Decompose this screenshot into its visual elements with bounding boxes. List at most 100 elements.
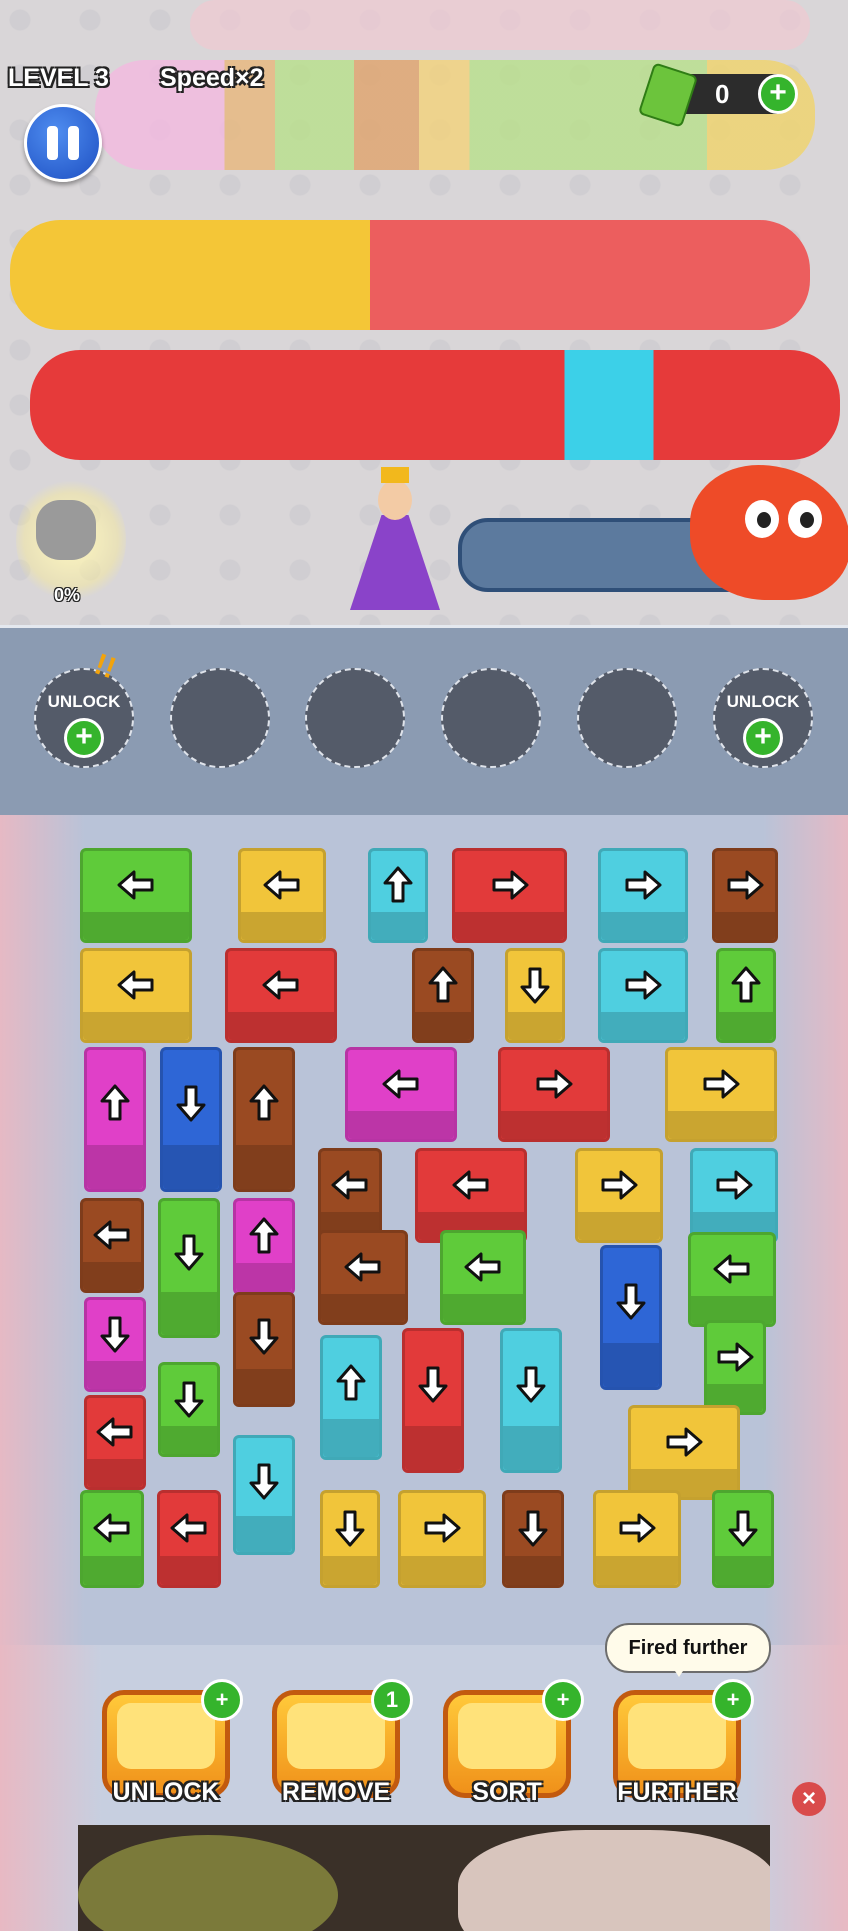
magenta-box-left[interactable] [345,1047,457,1142]
dragon-body-row2 [10,220,810,330]
arrow-up-icon [95,1084,135,1121]
blue-box-down[interactable] [160,1047,222,1192]
green-box-left[interactable] [80,1490,144,1588]
dragon-eye [788,500,822,538]
cyan-box-up[interactable] [320,1335,382,1460]
slot-unlock-label: UNLOCK [726,692,800,711]
unlock-plus-button[interactable]: + [64,718,104,758]
magenta-box-down[interactable] [84,1297,146,1392]
yellow-box-right[interactable] [398,1490,486,1588]
arrow-right-icon [617,1511,657,1545]
slot-empty-2 [170,668,270,768]
arrow-left-icon [92,1511,132,1545]
cyan-box-right[interactable] [598,848,688,943]
brown-box-left[interactable] [80,1198,144,1293]
tool-label: SORT [472,1778,542,1806]
arrow-down-icon [169,1381,209,1418]
unlock-tool-button[interactable]: + UNLOCK [102,1679,243,1806]
further-tool-button[interactable]: + FURTHER [613,1679,754,1806]
close-ad-button[interactable]: × [792,1782,826,1816]
crown-icon [381,467,409,483]
dragon-body-row3 [30,350,840,460]
yellow-box-left[interactable] [80,948,192,1043]
brown-box-up[interactable] [412,948,474,1043]
green-box-right[interactable] [704,1320,766,1415]
arrow-right-icon [623,868,663,902]
arrow-right-icon [714,1168,754,1202]
slot-unlock-label: UNLOCK [47,692,121,711]
rainbow-jar-icon [117,1703,215,1769]
brown-box-down[interactable] [233,1292,295,1407]
arrow-left-icon [381,1067,421,1101]
arrow-left-icon [116,968,156,1002]
yellow-box-right[interactable] [575,1148,663,1243]
magenta-box-up[interactable] [84,1047,146,1192]
yellow-box-right[interactable] [628,1405,740,1500]
brown-box-left[interactable] [318,1230,408,1325]
yellow-box-right[interactable] [593,1490,681,1588]
pause-icon [47,126,58,160]
red-box-right[interactable] [498,1047,610,1142]
arrow-left-icon [451,1168,491,1202]
red-box-left[interactable] [225,948,337,1043]
red-box-down[interactable] [402,1328,464,1473]
blue-box-down[interactable] [600,1245,662,1390]
arrow-down-icon [513,1510,553,1547]
yellow-box-down[interactable] [505,948,565,1043]
red-box-left[interactable] [415,1148,527,1243]
cyan-box-down[interactable] [500,1328,562,1473]
arrow-down-icon [244,1463,284,1500]
red-box-right[interactable] [452,848,567,943]
yellow-box-right[interactable] [665,1047,777,1142]
pet-companion[interactable]: 0% [16,475,126,605]
cyan-box-down[interactable] [233,1435,295,1555]
green-box-left[interactable] [80,848,192,943]
green-box-left[interactable] [688,1232,776,1327]
arrow-left-icon [463,1250,503,1284]
tool-label: FURTHER [617,1778,737,1806]
ad-banner[interactable] [78,1825,770,1931]
green-box-down[interactable] [158,1198,220,1338]
slot-locked-6[interactable]: UNLOCK + [713,668,813,768]
unlock-plus-button[interactable]: + [743,718,783,758]
arrow-up-icon [331,1364,371,1401]
yellow-box-left[interactable] [238,848,326,943]
green-box-down[interactable] [158,1362,220,1457]
arrow-down-icon [169,1234,209,1271]
princess-character [345,465,445,610]
tool-badge: + [542,1679,584,1721]
yellow-box-down[interactable] [320,1490,380,1588]
brown-box-down[interactable] [502,1490,564,1588]
brown-box-right[interactable] [712,848,778,943]
add-currency-button[interactable]: + [758,74,798,114]
cyan-box-up[interactable] [368,848,428,943]
slot-empty-3 [305,668,405,768]
arrow-left-icon [261,968,301,1002]
sort-tool-button[interactable]: + SORT [443,1679,584,1806]
arrow-down-icon [515,967,555,1004]
green-box-left[interactable] [440,1230,526,1325]
cyan-box-right[interactable] [690,1148,778,1243]
slot-empty-5 [577,668,677,768]
currency-counter: 0 + [637,62,798,128]
slot-locked-1[interactable]: UNLOCK + [34,668,134,768]
arrow-down-icon [330,1510,370,1547]
green-box-down[interactable] [712,1490,774,1588]
arrow-right-icon [725,868,765,902]
magenta-box-up[interactable] [233,1198,295,1295]
red-box-left[interactable] [84,1395,146,1490]
dragon-eye [745,500,779,538]
arrow-down-icon [511,1366,551,1403]
arrow-left-icon [116,868,156,902]
cyan-box-right[interactable] [598,948,688,1043]
green-box-up[interactable] [716,948,776,1043]
pet-progress: 0% [54,585,81,605]
remove-tool-button[interactable]: 1 REMOVE [272,1679,413,1806]
brown-box-up[interactable] [233,1047,295,1192]
red-box-left[interactable] [157,1490,221,1588]
arrow-left-icon [330,1168,370,1202]
pause-button[interactable] [24,104,102,182]
brown-box-left[interactable] [318,1148,382,1243]
arrow-left-icon [92,1218,132,1252]
arrow-right-icon [664,1425,704,1459]
